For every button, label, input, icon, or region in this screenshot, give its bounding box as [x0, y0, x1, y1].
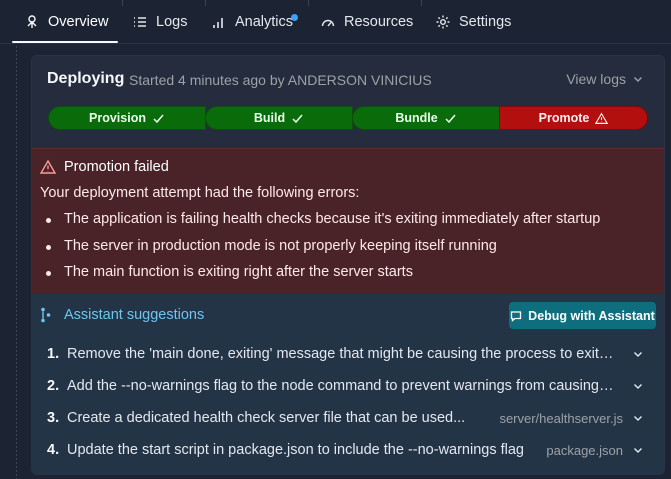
- suggestion-text: Update the start script in package.json …: [67, 442, 524, 458]
- deployment-header: Deploying Started 4 minutes ago by ANDER…: [32, 56, 664, 148]
- debug-button-label: Debug with Assistant: [528, 308, 655, 323]
- assistant-title-text: Assistant suggestions: [64, 307, 205, 323]
- error-list: The application is failing health checks…: [40, 211, 600, 291]
- active-tab-indicator: [12, 41, 118, 43]
- pipeline-stage-promote[interactable]: Promote: [499, 106, 648, 130]
- error-intro: Your deployment attempt had the followin…: [40, 185, 360, 201]
- error-title: Promotion failed: [40, 159, 169, 175]
- deployment-pipeline: Provision Build Bundle Promote: [48, 106, 648, 130]
- error-title-text: Promotion failed: [64, 159, 169, 175]
- tab-label: Overview: [48, 14, 109, 30]
- top-tab-bar: Overview Logs Analytics Resources Settin…: [0, 0, 671, 44]
- suggestion-item[interactable]: 3. Create a dedicated health check serve…: [32, 402, 664, 434]
- view-logs-label: View logs: [566, 71, 626, 87]
- suggestion-item[interactable]: 1. Remove the 'main done, exiting' messa…: [32, 338, 664, 370]
- stage-label: Promote: [538, 111, 590, 125]
- debug-with-assistant-button[interactable]: Debug with Assistant: [509, 302, 656, 329]
- stage-label: Bundle: [395, 111, 438, 125]
- checkmark-icon: [445, 114, 456, 123]
- deployment-status-title: Deploying: [47, 70, 125, 87]
- pipeline-stage-provision[interactable]: Provision: [48, 106, 206, 130]
- suggestion-text: Remove the 'main done, exiting' message …: [67, 346, 617, 362]
- tab-resources[interactable]: Resources: [308, 0, 425, 44]
- stage-label: Provision: [89, 111, 146, 125]
- warning-icon: [40, 159, 56, 174]
- assistant-title: Assistant suggestions: [40, 307, 204, 323]
- tab-label: Settings: [459, 14, 512, 30]
- assistant-icon: [41, 307, 51, 323]
- tab-label: Resources: [344, 14, 414, 30]
- suggestion-number: 3.: [47, 410, 60, 426]
- suggestion-item[interactable]: 4. Update the start script in package.js…: [32, 434, 664, 466]
- chat-icon: [511, 310, 522, 322]
- checkmark-icon: [153, 114, 164, 123]
- error-panel: Promotion failed Your deployment attempt…: [32, 148, 664, 294]
- gauge-icon: [321, 19, 335, 27]
- error-item: The application is failing health checks…: [40, 211, 600, 238]
- chevron-down-icon[interactable]: [632, 380, 644, 392]
- tab-logs[interactable]: Logs: [120, 0, 199, 44]
- assistant-suggestions-panel: Assistant suggestions Debug with Assista…: [32, 294, 664, 474]
- error-item: The server in production mode is not pro…: [40, 238, 600, 265]
- tab-overview[interactable]: Overview: [12, 0, 120, 44]
- suggestion-file-link[interactable]: server/healthserver.js: [499, 411, 623, 426]
- timeline-gutter: [16, 46, 17, 479]
- pipeline-stage-bundle[interactable]: Bundle: [352, 106, 500, 130]
- suggestion-number: 1.: [47, 346, 60, 362]
- suggestion-number: 4.: [47, 442, 60, 458]
- chevron-down-icon: [634, 77, 642, 82]
- suggestion-item[interactable]: 2. Add the --no-warnings flag to the nod…: [32, 370, 664, 402]
- deployment-meta: Started 4 minutes ago by ANDERSON VINICI…: [129, 72, 432, 88]
- view-logs-button[interactable]: View logs: [566, 71, 644, 87]
- suggestion-text: Create a dedicated health check server f…: [67, 410, 466, 426]
- suggestion-text: Add the --no-warnings flag to the node c…: [67, 378, 617, 394]
- analytics-icon: [213, 18, 223, 28]
- stage-label: Build: [253, 111, 286, 125]
- warning-icon: [595, 111, 609, 124]
- tab-settings[interactable]: Settings: [423, 0, 523, 44]
- chevron-down-icon[interactable]: [632, 444, 644, 456]
- suggestion-file-link[interactable]: package.json: [546, 443, 623, 458]
- gear-icon: [436, 15, 450, 29]
- notification-dot: [291, 14, 298, 21]
- tab-label: Analytics: [235, 14, 294, 30]
- suggestion-number: 2.: [47, 378, 60, 394]
- chevron-down-icon[interactable]: [632, 412, 644, 424]
- checkmark-icon: [292, 114, 303, 123]
- error-item: The main function is exiting right after…: [40, 264, 600, 291]
- logs-icon: [134, 17, 146, 27]
- tab-analytics[interactable]: Analytics: [199, 0, 305, 44]
- overview-icon: [27, 15, 37, 28]
- deployment-card: Deploying Started 4 minutes ago by ANDER…: [31, 55, 665, 475]
- pipeline-stage-build[interactable]: Build: [205, 106, 353, 130]
- tab-label: Logs: [156, 14, 188, 30]
- chevron-down-icon[interactable]: [632, 348, 644, 360]
